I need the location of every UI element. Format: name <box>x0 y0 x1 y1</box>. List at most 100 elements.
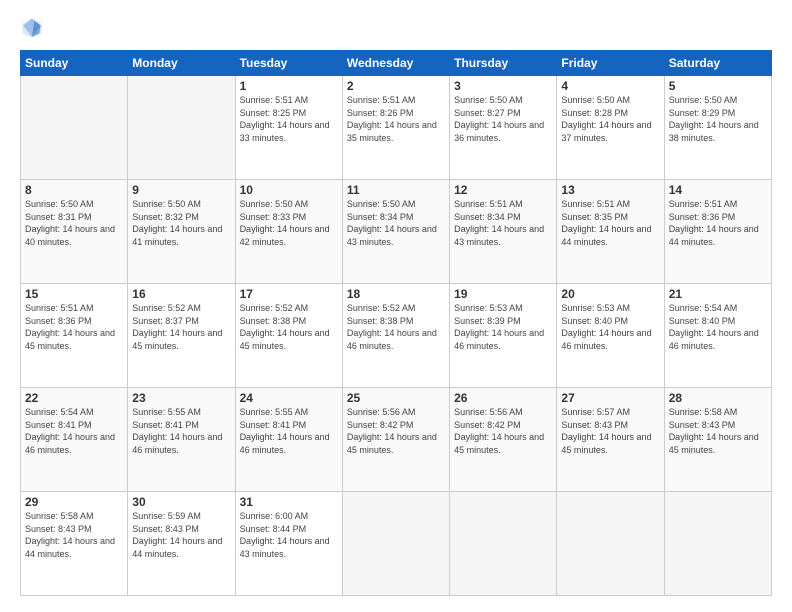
calendar-cell: 29 Sunrise: 5:58 AM Sunset: 8:43 PM Dayl… <box>21 492 128 596</box>
calendar-week-4: 29 Sunrise: 5:58 AM Sunset: 8:43 PM Dayl… <box>21 492 772 596</box>
day-number: 14 <box>669 183 767 197</box>
day-detail: Sunrise: 5:56 AM Sunset: 8:42 PM Dayligh… <box>347 406 445 456</box>
day-detail: Sunrise: 5:51 AM Sunset: 8:35 PM Dayligh… <box>561 198 659 248</box>
calendar-cell: 2 Sunrise: 5:51 AM Sunset: 8:26 PM Dayli… <box>342 76 449 180</box>
col-friday: Friday <box>557 51 664 76</box>
day-detail: Sunrise: 5:55 AM Sunset: 8:41 PM Dayligh… <box>132 406 230 456</box>
calendar-cell: 5 Sunrise: 5:50 AM Sunset: 8:29 PM Dayli… <box>664 76 771 180</box>
logo <box>20 16 48 40</box>
calendar-cell: 23 Sunrise: 5:55 AM Sunset: 8:41 PM Dayl… <box>128 388 235 492</box>
day-number: 30 <box>132 495 230 509</box>
day-number: 28 <box>669 391 767 405</box>
day-detail: Sunrise: 5:50 AM Sunset: 8:27 PM Dayligh… <box>454 94 552 144</box>
calendar-cell: 12 Sunrise: 5:51 AM Sunset: 8:34 PM Dayl… <box>450 180 557 284</box>
day-number: 12 <box>454 183 552 197</box>
day-number: 1 <box>240 79 338 93</box>
calendar-body: 1 Sunrise: 5:51 AM Sunset: 8:25 PM Dayli… <box>21 76 772 596</box>
page: Sunday Monday Tuesday Wednesday Thursday… <box>0 0 792 612</box>
calendar-week-1: 8 Sunrise: 5:50 AM Sunset: 8:31 PM Dayli… <box>21 180 772 284</box>
calendar-cell: 13 Sunrise: 5:51 AM Sunset: 8:35 PM Dayl… <box>557 180 664 284</box>
day-number: 13 <box>561 183 659 197</box>
day-detail: Sunrise: 5:58 AM Sunset: 8:43 PM Dayligh… <box>25 510 123 560</box>
day-detail: Sunrise: 5:50 AM Sunset: 8:31 PM Dayligh… <box>25 198 123 248</box>
day-number: 2 <box>347 79 445 93</box>
header <box>20 16 772 40</box>
day-detail: Sunrise: 6:00 AM Sunset: 8:44 PM Dayligh… <box>240 510 338 560</box>
calendar-cell: 11 Sunrise: 5:50 AM Sunset: 8:34 PM Dayl… <box>342 180 449 284</box>
calendar-table: Sunday Monday Tuesday Wednesday Thursday… <box>20 50 772 596</box>
day-number: 4 <box>561 79 659 93</box>
day-detail: Sunrise: 5:54 AM Sunset: 8:41 PM Dayligh… <box>25 406 123 456</box>
day-detail: Sunrise: 5:53 AM Sunset: 8:40 PM Dayligh… <box>561 302 659 352</box>
calendar-cell <box>557 492 664 596</box>
calendar-cell: 20 Sunrise: 5:53 AM Sunset: 8:40 PM Dayl… <box>557 284 664 388</box>
calendar-cell <box>664 492 771 596</box>
calendar-cell: 15 Sunrise: 5:51 AM Sunset: 8:36 PM Dayl… <box>21 284 128 388</box>
day-number: 10 <box>240 183 338 197</box>
calendar-cell: 21 Sunrise: 5:54 AM Sunset: 8:40 PM Dayl… <box>664 284 771 388</box>
col-saturday: Saturday <box>664 51 771 76</box>
calendar-cell: 25 Sunrise: 5:56 AM Sunset: 8:42 PM Dayl… <box>342 388 449 492</box>
calendar-cell <box>128 76 235 180</box>
day-detail: Sunrise: 5:52 AM Sunset: 8:37 PM Dayligh… <box>132 302 230 352</box>
day-number: 3 <box>454 79 552 93</box>
day-detail: Sunrise: 5:56 AM Sunset: 8:42 PM Dayligh… <box>454 406 552 456</box>
calendar-cell: 19 Sunrise: 5:53 AM Sunset: 8:39 PM Dayl… <box>450 284 557 388</box>
day-detail: Sunrise: 5:54 AM Sunset: 8:40 PM Dayligh… <box>669 302 767 352</box>
day-number: 22 <box>25 391 123 405</box>
calendar-cell: 31 Sunrise: 6:00 AM Sunset: 8:44 PM Dayl… <box>235 492 342 596</box>
day-detail: Sunrise: 5:55 AM Sunset: 8:41 PM Dayligh… <box>240 406 338 456</box>
day-number: 18 <box>347 287 445 301</box>
calendar-cell: 9 Sunrise: 5:50 AM Sunset: 8:32 PM Dayli… <box>128 180 235 284</box>
day-number: 17 <box>240 287 338 301</box>
header-row: Sunday Monday Tuesday Wednesday Thursday… <box>21 51 772 76</box>
col-tuesday: Tuesday <box>235 51 342 76</box>
day-detail: Sunrise: 5:50 AM Sunset: 8:32 PM Dayligh… <box>132 198 230 248</box>
calendar-week-0: 1 Sunrise: 5:51 AM Sunset: 8:25 PM Dayli… <box>21 76 772 180</box>
day-detail: Sunrise: 5:51 AM Sunset: 8:36 PM Dayligh… <box>669 198 767 248</box>
day-detail: Sunrise: 5:57 AM Sunset: 8:43 PM Dayligh… <box>561 406 659 456</box>
calendar-cell: 24 Sunrise: 5:55 AM Sunset: 8:41 PM Dayl… <box>235 388 342 492</box>
day-detail: Sunrise: 5:58 AM Sunset: 8:43 PM Dayligh… <box>669 406 767 456</box>
day-number: 16 <box>132 287 230 301</box>
calendar-cell: 18 Sunrise: 5:52 AM Sunset: 8:38 PM Dayl… <box>342 284 449 388</box>
calendar-cell: 10 Sunrise: 5:50 AM Sunset: 8:33 PM Dayl… <box>235 180 342 284</box>
day-number: 24 <box>240 391 338 405</box>
calendar-cell: 26 Sunrise: 5:56 AM Sunset: 8:42 PM Dayl… <box>450 388 557 492</box>
calendar-cell: 30 Sunrise: 5:59 AM Sunset: 8:43 PM Dayl… <box>128 492 235 596</box>
col-thursday: Thursday <box>450 51 557 76</box>
logo-icon <box>20 16 44 40</box>
calendar-cell <box>21 76 128 180</box>
day-number: 23 <box>132 391 230 405</box>
col-wednesday: Wednesday <box>342 51 449 76</box>
calendar-cell <box>342 492 449 596</box>
day-detail: Sunrise: 5:50 AM Sunset: 8:29 PM Dayligh… <box>669 94 767 144</box>
calendar-cell: 16 Sunrise: 5:52 AM Sunset: 8:37 PM Dayl… <box>128 284 235 388</box>
day-number: 20 <box>561 287 659 301</box>
day-detail: Sunrise: 5:51 AM Sunset: 8:25 PM Dayligh… <box>240 94 338 144</box>
calendar-week-3: 22 Sunrise: 5:54 AM Sunset: 8:41 PM Dayl… <box>21 388 772 492</box>
day-detail: Sunrise: 5:50 AM Sunset: 8:28 PM Dayligh… <box>561 94 659 144</box>
day-number: 25 <box>347 391 445 405</box>
calendar-cell: 4 Sunrise: 5:50 AM Sunset: 8:28 PM Dayli… <box>557 76 664 180</box>
day-number: 26 <box>454 391 552 405</box>
day-number: 19 <box>454 287 552 301</box>
day-number: 31 <box>240 495 338 509</box>
day-detail: Sunrise: 5:52 AM Sunset: 8:38 PM Dayligh… <box>347 302 445 352</box>
day-detail: Sunrise: 5:51 AM Sunset: 8:36 PM Dayligh… <box>25 302 123 352</box>
day-number: 11 <box>347 183 445 197</box>
day-number: 27 <box>561 391 659 405</box>
calendar-week-2: 15 Sunrise: 5:51 AM Sunset: 8:36 PM Dayl… <box>21 284 772 388</box>
calendar-cell: 22 Sunrise: 5:54 AM Sunset: 8:41 PM Dayl… <box>21 388 128 492</box>
day-detail: Sunrise: 5:53 AM Sunset: 8:39 PM Dayligh… <box>454 302 552 352</box>
col-sunday: Sunday <box>21 51 128 76</box>
day-number: 9 <box>132 183 230 197</box>
day-number: 15 <box>25 287 123 301</box>
calendar-cell: 17 Sunrise: 5:52 AM Sunset: 8:38 PM Dayl… <box>235 284 342 388</box>
calendar-cell: 28 Sunrise: 5:58 AM Sunset: 8:43 PM Dayl… <box>664 388 771 492</box>
day-number: 5 <box>669 79 767 93</box>
day-number: 8 <box>25 183 123 197</box>
calendar-cell: 1 Sunrise: 5:51 AM Sunset: 8:25 PM Dayli… <box>235 76 342 180</box>
day-number: 29 <box>25 495 123 509</box>
calendar-cell: 3 Sunrise: 5:50 AM Sunset: 8:27 PM Dayli… <box>450 76 557 180</box>
